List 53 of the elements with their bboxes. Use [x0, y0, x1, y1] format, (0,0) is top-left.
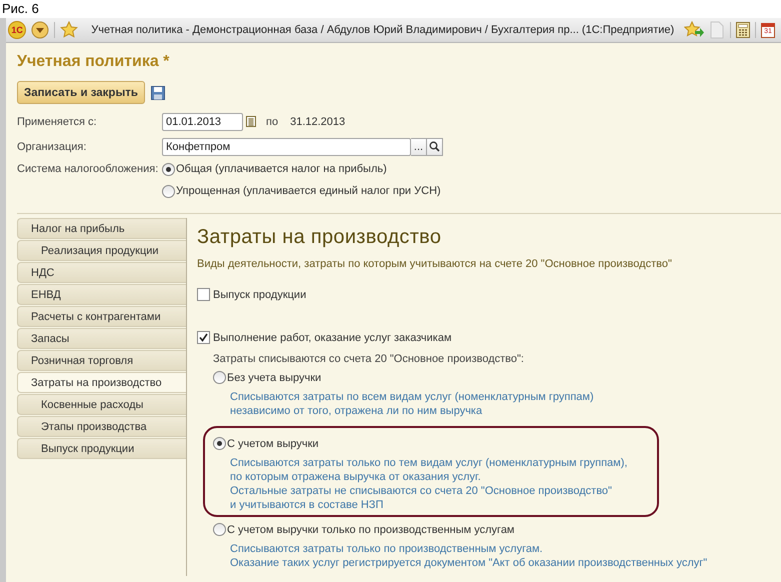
option-description: Списываются затраты только по производственным услугам. Оказание таких услуг регистрируется документом "Акт об оказании производственных услуг" — [230, 542, 708, 570]
select-button[interactable]: ... — [411, 138, 427, 156]
section-tab[interactable]: Косвенные расходы — [17, 394, 187, 415]
calendar-icon — [246, 116, 256, 127]
field-label: Система налогообложения: — [17, 163, 160, 175]
search-button[interactable] — [427, 138, 443, 156]
figure-caption: Рис. 6 — [2, 1, 39, 16]
field-label: по — [266, 116, 278, 128]
app-logo[interactable]: 1С — [8, 21, 26, 39]
option-label[interactable]: Без учета выручки — [227, 372, 322, 384]
section-tab[interactable]: Реализация продукции — [17, 240, 187, 261]
field-label: Организация: — [17, 140, 88, 152]
radio-button[interactable] — [162, 162, 175, 176]
radio-button[interactable] — [213, 437, 226, 450]
calculator-icon[interactable] — [736, 22, 750, 38]
section-tab[interactable]: Розничная торговля — [17, 350, 187, 371]
option-description: Списываются затраты только по тем видам услуг (номенклатурным группам), по которым отражена выручка от оказания услуг. Остальные затраты не списываются со счета 20 "Основное производство" и учитываются в составе НЗП — [230, 456, 628, 512]
option-label[interactable]: Упрощенная (уплачивается единый налог при УСН) — [176, 185, 441, 197]
checkbox-label[interactable]: Выполнение работ, оказание услуг заказчикам — [213, 332, 452, 344]
save-and-close-button[interactable]: Записать и закрыть — [17, 81, 145, 104]
field-label: Применяется с: — [17, 116, 98, 128]
option-label[interactable]: С учетом выручки только по производственным услугам — [227, 524, 514, 536]
checkmark-icon — [199, 333, 208, 342]
star-arrow-icon[interactable] — [684, 21, 704, 39]
option-description: Списываются затраты по всем видам услуг (номенклатурным группам) независимо от того, отражена ли по ним выручка — [230, 390, 594, 418]
radio-button[interactable] — [213, 523, 226, 536]
date-field[interactable]: 01.01.2013 — [162, 112, 243, 130]
section-tab[interactable]: Запасы — [17, 328, 187, 349]
section-tab[interactable]: Выпуск продукции — [17, 438, 187, 459]
radio-button[interactable] — [213, 371, 226, 384]
section-tab[interactable]: Расчеты с контрагентами — [17, 306, 187, 327]
menu-dropdown-icon[interactable] — [31, 21, 50, 39]
radio-button[interactable] — [162, 184, 175, 198]
window-title: Учетная политика - Демонстрационная база / Абдулов Юрий Владимирович / Бухгалтерия пр... (1С:Предприятие) — [91, 24, 674, 36]
section-heading: Затраты на производство — [197, 226, 442, 250]
search-icon — [429, 141, 440, 152]
checkbox[interactable] — [197, 288, 210, 301]
save-icon[interactable] — [150, 86, 165, 100]
section-tab[interactable]: Этапы производства — [17, 416, 187, 437]
checkbox[interactable] — [197, 331, 210, 344]
writeoff-label: Затраты списываются со счета 20 "Основное производство": — [213, 353, 525, 365]
section-subtitle: Виды деятельности, затраты по которым учитываются на счете 20 "Основное производство" — [197, 258, 673, 270]
checkbox-label[interactable]: Выпуск продукции — [213, 288, 306, 300]
end-date-text: 31.12.2013 — [290, 116, 346, 128]
form-title: Учетная политика * — [17, 52, 170, 72]
section-tab[interactable]: ЕНВД — [17, 284, 187, 305]
section-tab[interactable]: Налог на прибыль — [17, 218, 187, 239]
star-icon[interactable] — [60, 21, 78, 39]
option-label[interactable]: Общая (уплачивается налог на прибыль) — [176, 163, 387, 175]
organization-field[interactable]: Конфетпром — [162, 138, 411, 156]
option-label[interactable]: С учетом выручки — [227, 438, 319, 450]
section-tab[interactable]: НДС — [17, 262, 187, 283]
section-tab[interactable]: Затраты на производство — [17, 372, 187, 393]
